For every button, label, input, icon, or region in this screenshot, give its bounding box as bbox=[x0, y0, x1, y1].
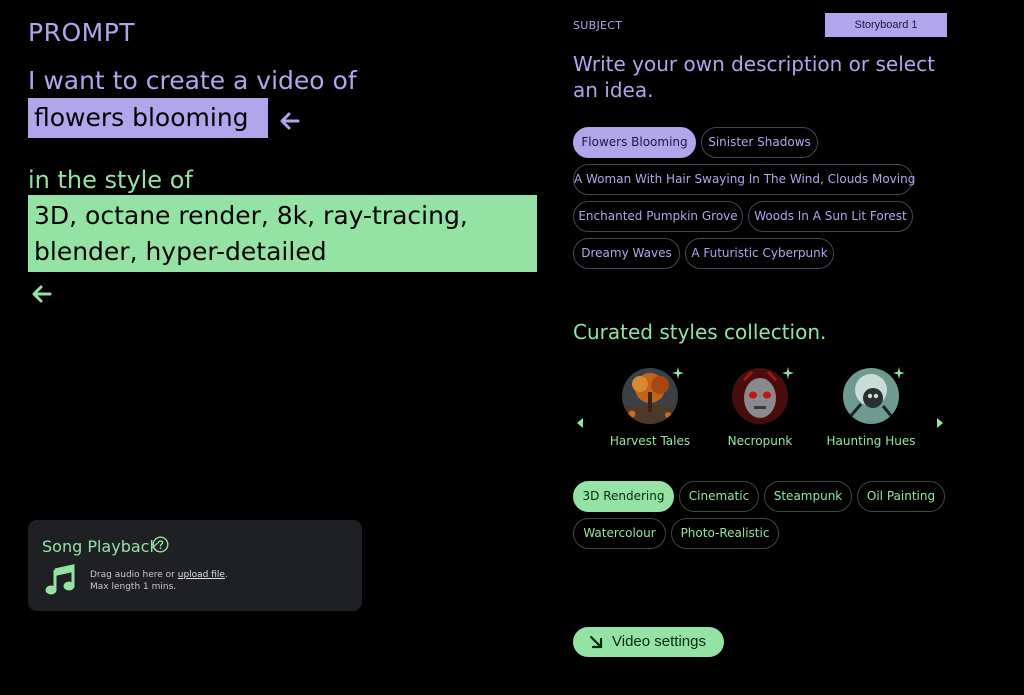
carousel-next-icon[interactable] bbox=[937, 418, 943, 428]
sparkle-icon bbox=[672, 367, 684, 379]
sparkle-icon bbox=[893, 367, 905, 379]
upload-file-link[interactable]: upload file bbox=[178, 570, 225, 580]
style-tag-steampunk[interactable]: Steampunk bbox=[764, 481, 852, 512]
song-playback-title: Song Playback bbox=[42, 537, 159, 556]
storyboard-button[interactable]: Storyboard 1 bbox=[825, 13, 947, 37]
drag-text: Drag audio here or bbox=[90, 570, 178, 580]
arrow-left-icon[interactable] bbox=[31, 283, 53, 305]
idea-chip-enchanted-pumpkin-grove[interactable]: Enchanted Pumpkin Grove bbox=[573, 201, 743, 232]
carousel-prev-icon[interactable] bbox=[577, 418, 583, 428]
style-card-harvest-tales[interactable]: Harvest Tales bbox=[600, 367, 700, 454]
idea-chip-futuristic-cyberpunk[interactable]: A Futuristic Cyberpunk bbox=[685, 238, 834, 269]
idea-chip-woods-sun-lit-forest[interactable]: Woods In A Sun Lit Forest bbox=[748, 201, 913, 232]
music-note-icon bbox=[45, 564, 75, 595]
style-tag-cinematic[interactable]: Cinematic bbox=[679, 481, 759, 512]
idea-chip-woman-hair-swaying[interactable]: A Woman With Hair Swaying In The Wind, C… bbox=[573, 164, 915, 195]
help-icon[interactable] bbox=[152, 536, 169, 553]
describe-heading: Write your own description or select an … bbox=[573, 52, 935, 102]
style-tag-photo-realistic[interactable]: Photo-Realistic bbox=[671, 518, 779, 549]
necropunk-thumbnail bbox=[732, 368, 788, 424]
style-tag-3d-rendering[interactable]: 3D Rendering bbox=[573, 481, 674, 512]
style-card-label: Necropunk bbox=[727, 434, 793, 448]
style-tag-watercolour[interactable]: Watercolour bbox=[573, 518, 666, 549]
max-length-text: Max length 1 mins. bbox=[90, 582, 177, 592]
style-card-label: Haunting Hues bbox=[826, 434, 916, 448]
harvest-tales-thumbnail bbox=[622, 368, 678, 424]
idea-chip-sinister-shadows[interactable]: Sinister Shadows bbox=[701, 127, 818, 158]
subject-intro: I want to create a video of bbox=[28, 66, 357, 95]
subject-input[interactable]: flowers blooming bbox=[28, 98, 268, 138]
sparkle-icon bbox=[782, 367, 794, 379]
style-intro: in the style of bbox=[28, 166, 193, 194]
song-playback-card[interactable]: Song Playback Drag audio here or upload … bbox=[28, 520, 362, 611]
style-input[interactable]: 3D, octane render, 8k, ray-tracing, blen… bbox=[28, 195, 537, 272]
style-tag-oil-painting[interactable]: Oil Painting bbox=[857, 481, 945, 512]
subject-label: SUBJECT bbox=[573, 19, 623, 32]
arrow-left-icon[interactable] bbox=[279, 110, 301, 132]
style-card-necropunk[interactable]: Necropunk bbox=[710, 367, 810, 454]
video-settings-label: Video settings bbox=[612, 633, 706, 650]
arrow-down-right-icon bbox=[589, 635, 603, 649]
drag-suffix: . bbox=[224, 570, 228, 580]
video-settings-button[interactable]: Video settings bbox=[573, 627, 724, 657]
song-drop-instructions: Drag audio here or upload file. Max leng… bbox=[90, 569, 228, 593]
style-card-haunting-hues[interactable]: Haunting Hues bbox=[821, 367, 921, 454]
idea-chip-flowers-blooming[interactable]: Flowers Blooming bbox=[573, 127, 696, 158]
idea-chip-dreamy-waves[interactable]: Dreamy Waves bbox=[573, 238, 680, 269]
style-card-label: Harvest Tales bbox=[609, 434, 691, 448]
haunting-hues-thumbnail bbox=[843, 368, 899, 424]
curated-styles-heading: Curated styles collection. bbox=[573, 320, 827, 344]
prompt-title: PROMPT bbox=[28, 18, 136, 47]
